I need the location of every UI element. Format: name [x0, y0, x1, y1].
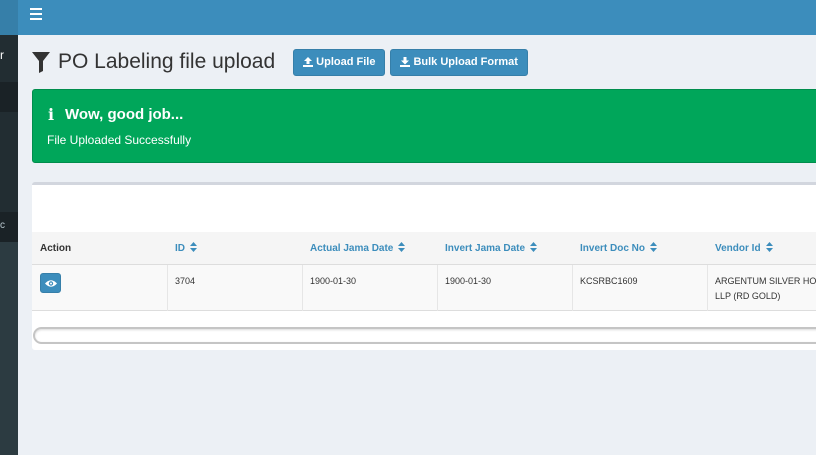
cell-invert-jama-date: 1900-01-30: [445, 276, 492, 286]
column-header-actual-jama-date[interactable]: Actual Jama Date: [310, 232, 406, 265]
sort-icon: [765, 242, 773, 252]
column-header-id-label: ID: [175, 243, 185, 254]
column-header-actual-jama-date-label: Actual Jama Date: [310, 243, 394, 254]
top-navbar: [18, 0, 816, 35]
column-header-invert-doc-no[interactable]: Invert Doc No: [580, 232, 658, 265]
info-icon: i: [47, 105, 55, 124]
success-alert: i Wow, good job... File Uploaded Success…: [32, 89, 816, 163]
cell-actual-jama-date: 1900-01-30: [310, 276, 357, 286]
horizontal-scrollbar[interactable]: [33, 327, 816, 344]
content-header: PO Labeling file upload Upload File Bulk…: [32, 47, 533, 77]
bars-icon: [30, 8, 44, 20]
table-header: Action ID Actual Jama Date Invert Jama D…: [32, 232, 816, 265]
cell-vendor-id-line: ARGENTUM SILVER HO: [715, 276, 816, 286]
cell-vendor-id-line: LLP (RD GOLD): [715, 291, 781, 301]
bulk-upload-format-label: Bulk Upload Format: [413, 56, 518, 68]
sort-icon: [530, 242, 538, 252]
sort-icon: [190, 242, 197, 252]
alert-message: File Uploaded Successfully: [47, 133, 192, 147]
column-header-vendor-id-label: Vendor Id: [715, 243, 761, 254]
column-divider: [707, 265, 708, 311]
sidebar: r c: [0, 0, 18, 455]
sidebar-toggle-button[interactable]: [30, 8, 44, 22]
column-header-id[interactable]: ID: [175, 232, 197, 265]
cell-vendor-id: ARGENTUM SILVER HO LLP (RD GOLD): [715, 265, 816, 311]
table-row: 3704 1900-01-30 1900-01-30 KCSRBC1609 AR…: [32, 265, 816, 311]
column-header-invert-jama-date[interactable]: Invert Jama Date: [445, 232, 538, 265]
sidebar-user-panel: r: [0, 35, 18, 82]
view-button[interactable]: [40, 273, 61, 293]
column-divider: [302, 265, 303, 311]
sort-icon: [398, 242, 406, 252]
sidebar-submenu: [0, 242, 18, 455]
cell-id: 3704: [175, 276, 196, 286]
page-title: PO Labeling file upload: [58, 50, 276, 73]
column-divider: [167, 265, 168, 311]
sidebar-menu: [0, 112, 18, 212]
column-header-invert-jama-date-label: Invert Jama Date: [445, 243, 526, 254]
download-icon: [400, 57, 411, 67]
column-header-invert-doc-no-label: Invert Doc No: [580, 243, 646, 254]
eye-icon: [45, 280, 57, 287]
sidebar-header[interactable]: c: [0, 212, 18, 242]
cell-invert-doc-no: KCSRBC1609: [580, 276, 638, 286]
sidebar-header-text: c: [0, 220, 5, 231]
sort-icon: [650, 242, 658, 252]
funnel-icon: [32, 52, 50, 73]
column-divider: [437, 265, 438, 311]
column-divider: [572, 265, 573, 311]
data-table-box: Action ID Actual Jama Date Invert Jama D…: [32, 182, 816, 350]
sidebar-search[interactable]: [0, 82, 18, 112]
sidebar-user-text: r: [0, 48, 4, 62]
upload-file-button[interactable]: Upload File: [293, 48, 386, 76]
sidebar-logo[interactable]: [0, 0, 18, 35]
column-header-action: Action: [40, 243, 72, 254]
upload-file-label: Upload File: [316, 56, 376, 68]
column-header-vendor-id[interactable]: Vendor Id: [715, 232, 773, 265]
alert-heading: i Wow, good job...: [47, 105, 183, 124]
alert-title: Wow, good job...: [65, 106, 184, 123]
bulk-upload-format-button[interactable]: Bulk Upload Format: [390, 48, 528, 76]
upload-icon: [303, 57, 314, 67]
